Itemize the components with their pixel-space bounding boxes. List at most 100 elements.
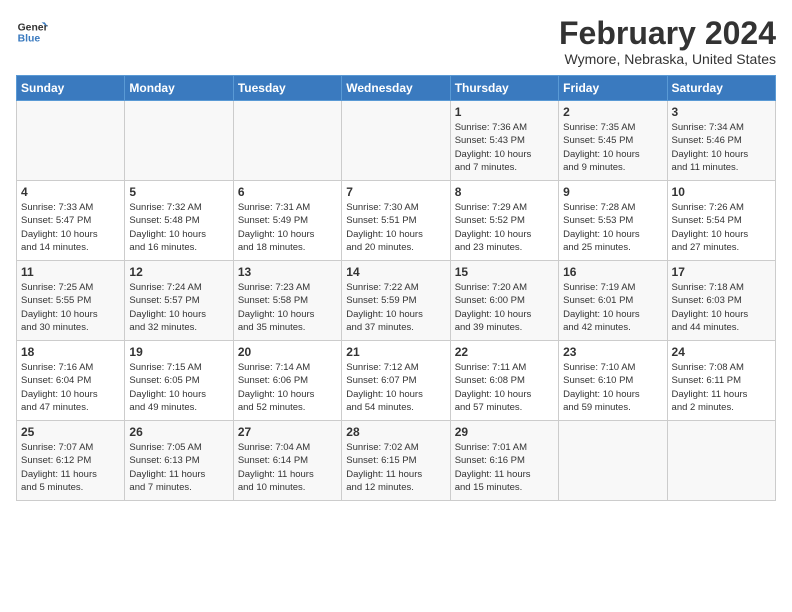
day-info: Sunrise: 7:36 AM Sunset: 5:43 PM Dayligh… xyxy=(455,121,554,174)
calendar-cell: 11Sunrise: 7:25 AM Sunset: 5:55 PM Dayli… xyxy=(17,261,125,341)
calendar-cell: 10 Sunrise: 7:26 AM Sunset: 5:54 PM Dayli… xyxy=(667,181,775,261)
day-number: 4 xyxy=(21,185,120,199)
day-info: Sunrise: 7:22 AM Sunset: 5:59 PM Dayligh… xyxy=(346,281,445,334)
day-info: Sunrise: 7:28 AM Sunset: 5:53 PM Dayligh… xyxy=(563,201,662,254)
calendar-cell: 20 Sunrise: 7:14 AM Sunset: 6:06 PM Dayli… xyxy=(233,341,341,421)
calendar-cell: 14 Sunrise: 7:22 AM Sunset: 5:59 PM Dayli… xyxy=(342,261,450,341)
day-info: Sunrise: 7:34 AM Sunset: 5:46 PM Dayligh… xyxy=(672,121,771,174)
calendar-cell: 9Sunrise: 7:28 AM Sunset: 5:53 PM Daylig… xyxy=(559,181,667,261)
day-info: Sunrise: 7:05 AM Sunset: 6:13 PM Dayligh… xyxy=(129,441,228,494)
calendar-week-4: 18 Sunrise: 7:16 AM Sunset: 6:04 PM Dayli… xyxy=(17,341,776,421)
day-number: 3 xyxy=(672,105,771,119)
calendar-cell: 25Sunrise: 7:07 AM Sunset: 6:12 PM Dayli… xyxy=(17,421,125,501)
day-number: 6 xyxy=(238,185,337,199)
calendar-cell xyxy=(559,421,667,501)
day-info: Sunrise: 7:10 AM Sunset: 6:10 PM Dayligh… xyxy=(563,361,662,414)
calendar-cell: 28Sunrise: 7:02 AM Sunset: 6:15 PM Dayli… xyxy=(342,421,450,501)
calendar-week-1: 1 Sunrise: 7:36 AM Sunset: 5:43 PM Daylig… xyxy=(17,101,776,181)
day-number: 12 xyxy=(129,265,228,279)
calendar-cell: 12 Sunrise: 7:24 AM Sunset: 5:57 PM Dayli… xyxy=(125,261,233,341)
day-number: 27 xyxy=(238,425,337,439)
day-number: 17 xyxy=(672,265,771,279)
day-info: Sunrise: 7:04 AM Sunset: 6:14 PM Dayligh… xyxy=(238,441,337,494)
logo: General Blue xyxy=(16,16,52,48)
day-info: Sunrise: 7:12 AM Sunset: 6:07 PM Dayligh… xyxy=(346,361,445,414)
day-number: 23 xyxy=(563,345,662,359)
calendar-cell: 15 Sunrise: 7:20 AM Sunset: 6:00 PM Dayli… xyxy=(450,261,558,341)
page-title: February 2024 xyxy=(559,16,776,51)
weekday-header-thursday: Thursday xyxy=(450,76,558,101)
day-number: 22 xyxy=(455,345,554,359)
calendar-cell: 17 Sunrise: 7:18 AM Sunset: 6:03 PM Dayli… xyxy=(667,261,775,341)
day-number: 18 xyxy=(21,345,120,359)
page-subtitle: Wymore, Nebraska, United States xyxy=(559,51,776,67)
calendar-week-3: 11Sunrise: 7:25 AM Sunset: 5:55 PM Dayli… xyxy=(17,261,776,341)
day-info: Sunrise: 7:14 AM Sunset: 6:06 PM Dayligh… xyxy=(238,361,337,414)
day-number: 26 xyxy=(129,425,228,439)
day-number: 28 xyxy=(346,425,445,439)
day-number: 14 xyxy=(346,265,445,279)
day-number: 5 xyxy=(129,185,228,199)
day-info: Sunrise: 7:15 AM Sunset: 6:05 PM Dayligh… xyxy=(129,361,228,414)
day-info: Sunrise: 7:23 AM Sunset: 5:58 PM Dayligh… xyxy=(238,281,337,334)
day-number: 1 xyxy=(455,105,554,119)
day-number: 10 xyxy=(672,185,771,199)
svg-text:Blue: Blue xyxy=(18,34,41,45)
calendar-cell xyxy=(667,421,775,501)
day-info: Sunrise: 7:33 AM Sunset: 5:47 PM Dayligh… xyxy=(21,201,120,254)
calendar-cell: 1 Sunrise: 7:36 AM Sunset: 5:43 PM Daylig… xyxy=(450,101,558,181)
calendar-cell: 13 Sunrise: 7:23 AM Sunset: 5:58 PM Dayli… xyxy=(233,261,341,341)
calendar-cell: 4 Sunrise: 7:33 AM Sunset: 5:47 PM Daylig… xyxy=(17,181,125,261)
weekday-header-saturday: Saturday xyxy=(667,76,775,101)
calendar-cell: 24Sunrise: 7:08 AM Sunset: 6:11 PM Dayli… xyxy=(667,341,775,421)
calendar-cell xyxy=(125,101,233,181)
calendar-cell: 8 Sunrise: 7:29 AM Sunset: 5:52 PM Daylig… xyxy=(450,181,558,261)
day-info: Sunrise: 7:26 AM Sunset: 5:54 PM Dayligh… xyxy=(672,201,771,254)
day-number: 29 xyxy=(455,425,554,439)
day-info: Sunrise: 7:30 AM Sunset: 5:51 PM Dayligh… xyxy=(346,201,445,254)
day-info: Sunrise: 7:16 AM Sunset: 6:04 PM Dayligh… xyxy=(21,361,120,414)
day-number: 11 xyxy=(21,265,120,279)
day-number: 15 xyxy=(455,265,554,279)
day-info: Sunrise: 7:29 AM Sunset: 5:52 PM Dayligh… xyxy=(455,201,554,254)
calendar-table: SundayMondayTuesdayWednesdayThursdayFrid… xyxy=(16,75,776,501)
calendar-cell: 26 Sunrise: 7:05 AM Sunset: 6:13 PM Dayli… xyxy=(125,421,233,501)
calendar-cell: 3 Sunrise: 7:34 AM Sunset: 5:46 PM Daylig… xyxy=(667,101,775,181)
weekday-header-sunday: Sunday xyxy=(17,76,125,101)
day-number: 21 xyxy=(346,345,445,359)
day-number: 7 xyxy=(346,185,445,199)
title-block: February 2024 Wymore, Nebraska, United S… xyxy=(559,16,776,67)
day-info: Sunrise: 7:01 AM Sunset: 6:16 PM Dayligh… xyxy=(455,441,554,494)
calendar-cell: 7 Sunrise: 7:30 AM Sunset: 5:51 PM Daylig… xyxy=(342,181,450,261)
calendar-header-row: SundayMondayTuesdayWednesdayThursdayFrid… xyxy=(17,76,776,101)
calendar-cell: 5Sunrise: 7:32 AM Sunset: 5:48 PM Daylig… xyxy=(125,181,233,261)
calendar-cell: 19 Sunrise: 7:15 AM Sunset: 6:05 PM Dayli… xyxy=(125,341,233,421)
day-number: 16 xyxy=(563,265,662,279)
day-number: 19 xyxy=(129,345,228,359)
calendar-cell: 23 Sunrise: 7:10 AM Sunset: 6:10 PM Dayli… xyxy=(559,341,667,421)
day-number: 24 xyxy=(672,345,771,359)
day-info: Sunrise: 7:07 AM Sunset: 6:12 PM Dayligh… xyxy=(21,441,120,494)
day-number: 13 xyxy=(238,265,337,279)
weekday-header-tuesday: Tuesday xyxy=(233,76,341,101)
day-number: 20 xyxy=(238,345,337,359)
calendar-cell: 29 Sunrise: 7:01 AM Sunset: 6:16 PM Dayli… xyxy=(450,421,558,501)
calendar-cell: 21 Sunrise: 7:12 AM Sunset: 6:07 PM Dayli… xyxy=(342,341,450,421)
weekday-header-monday: Monday xyxy=(125,76,233,101)
calendar-cell: 18 Sunrise: 7:16 AM Sunset: 6:04 PM Dayli… xyxy=(17,341,125,421)
calendar-cell: 27 Sunrise: 7:04 AM Sunset: 6:14 PM Dayli… xyxy=(233,421,341,501)
day-info: Sunrise: 7:24 AM Sunset: 5:57 PM Dayligh… xyxy=(129,281,228,334)
weekday-header-wednesday: Wednesday xyxy=(342,76,450,101)
calendar-cell: 6 Sunrise: 7:31 AM Sunset: 5:49 PM Daylig… xyxy=(233,181,341,261)
day-info: Sunrise: 7:20 AM Sunset: 6:00 PM Dayligh… xyxy=(455,281,554,334)
day-number: 2 xyxy=(563,105,662,119)
svg-text:General: General xyxy=(18,22,48,33)
weekday-header-friday: Friday xyxy=(559,76,667,101)
logo-icon: General Blue xyxy=(16,16,48,48)
day-info: Sunrise: 7:11 AM Sunset: 6:08 PM Dayligh… xyxy=(455,361,554,414)
day-number: 8 xyxy=(455,185,554,199)
day-info: Sunrise: 7:18 AM Sunset: 6:03 PM Dayligh… xyxy=(672,281,771,334)
day-info: Sunrise: 7:19 AM Sunset: 6:01 PM Dayligh… xyxy=(563,281,662,334)
calendar-cell: 22 Sunrise: 7:11 AM Sunset: 6:08 PM Dayli… xyxy=(450,341,558,421)
day-info: Sunrise: 7:31 AM Sunset: 5:49 PM Dayligh… xyxy=(238,201,337,254)
